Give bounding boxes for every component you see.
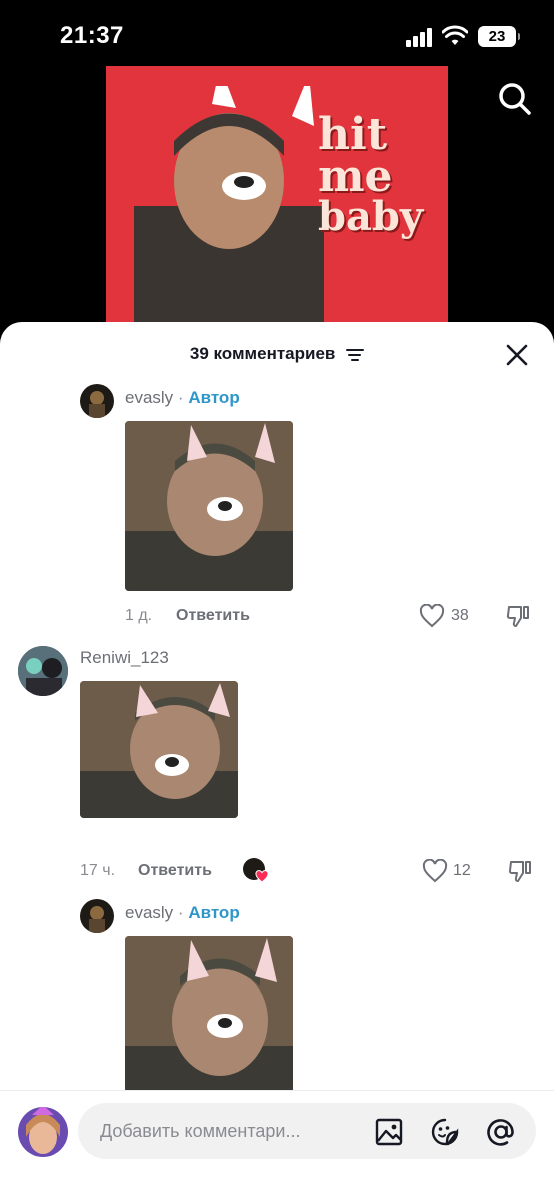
battery-indicator: 23 <box>478 26 520 47</box>
reply-button[interactable]: Ответить <box>176 607 250 625</box>
status-bar: 21:37 23 <box>0 0 554 70</box>
mention-icon[interactable] <box>486 1117 516 1147</box>
comment-username[interactable]: Reniwi_123 <box>80 648 169 668</box>
cellular-signal-icon <box>406 27 434 47</box>
comment-image[interactable] <box>80 681 238 818</box>
sticker-icon[interactable] <box>430 1117 460 1147</box>
separator-dot: · <box>177 388 184 407</box>
comment-username[interactable]: evasly · Автор <box>125 388 240 408</box>
comment-item: evasly · Автор 1 д. Ответить 38 <box>0 322 554 642</box>
separator-dot: · <box>177 903 184 922</box>
avatar[interactable] <box>18 646 68 696</box>
comment-image[interactable] <box>125 421 293 591</box>
dislike-icon[interactable] <box>505 603 531 629</box>
video-preview[interactable]: hit me baby <box>106 66 448 328</box>
comment-image[interactable] <box>125 936 293 1106</box>
like-count: 12 <box>453 862 471 879</box>
avatar[interactable] <box>80 899 114 933</box>
status-time: 21:37 <box>60 22 124 49</box>
comment-time: 1 д. <box>125 607 153 624</box>
comment-username[interactable]: evasly · Автор <box>125 903 240 923</box>
dislike-icon[interactable] <box>507 858 533 884</box>
video-person-image <box>134 86 324 328</box>
wifi-icon <box>442 25 468 45</box>
username-text: Reniwi_123 <box>80 648 169 667</box>
comment-item: evasly · Автор <box>0 897 554 1106</box>
my-avatar[interactable] <box>18 1107 68 1157</box>
comment-composer <box>0 1090 554 1199</box>
author-badge: Автор <box>188 388 240 407</box>
author-badge: Автор <box>188 903 240 922</box>
heart-badge-icon <box>255 870 269 883</box>
video-text-line-3: baby <box>318 192 424 240</box>
heart-icon[interactable] <box>419 604 445 628</box>
search-icon[interactable] <box>494 78 534 118</box>
comments-sheet: 39 комментариев evasly · Автор 1 д. Отве… <box>0 322 554 1199</box>
heart-icon[interactable] <box>422 859 448 883</box>
comment-input-box <box>78 1103 536 1159</box>
reply-button[interactable]: Ответить <box>138 862 212 880</box>
video-overlay-text: hit me baby <box>318 109 446 240</box>
like-count: 38 <box>451 607 469 624</box>
username-text: evasly <box>125 903 174 922</box>
video-text-line-1: hit <box>318 109 388 160</box>
creator-liked-indicator <box>243 858 269 884</box>
comment-input[interactable] <box>100 1103 360 1159</box>
comment-item: Reniwi_123 17 ч. Ответить 12 <box>0 642 554 897</box>
comment-time: 17 ч. <box>80 862 116 879</box>
image-icon[interactable] <box>374 1117 404 1147</box>
username-text: evasly <box>125 388 174 407</box>
video-text-line-2: me <box>318 150 393 202</box>
avatar[interactable] <box>80 384 114 418</box>
